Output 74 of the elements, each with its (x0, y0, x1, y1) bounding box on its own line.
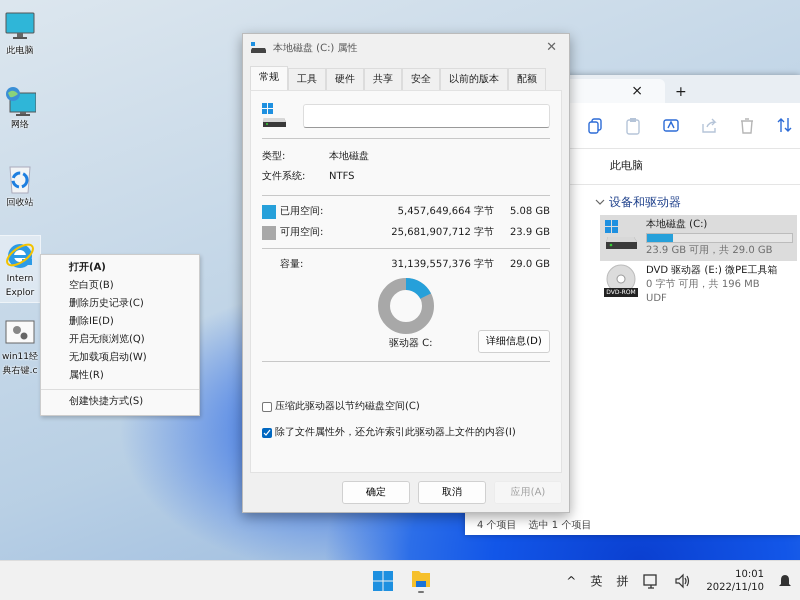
icon-label: win11经 (2, 351, 38, 363)
start-icon[interactable] (372, 570, 394, 592)
tab-close-button[interactable]: × (621, 80, 653, 102)
menu-item[interactable]: 创建快捷方式(S) (41, 389, 199, 411)
checkbox[interactable] (262, 428, 272, 438)
tab[interactable]: 以前的版本 (440, 68, 508, 90)
clock[interactable]: 10:01 2022/11/10 (706, 568, 764, 594)
details-button[interactable]: 详细信息(D) (478, 330, 550, 353)
field-value: 本地磁盘 (329, 150, 369, 164)
size-value: 23.9 GB (508, 226, 550, 240)
byte-count: 5,457,649,664 字节 (396, 204, 494, 219)
icon-label: 回收站 (6, 197, 34, 209)
ok-button[interactable]: 确定 (342, 481, 410, 504)
checkbox-label: 压缩此驱动器以节约磁盘空间(C) (275, 400, 420, 414)
close-button[interactable]: ✕ (540, 37, 563, 59)
menu-item[interactable]: 开启无痕浏览(Q) (41, 331, 199, 349)
globe-monitor-icon[interactable] (4, 85, 36, 117)
copy-icon[interactable] (586, 116, 604, 135)
icon-label: 此电脑 (6, 45, 34, 57)
drive-icon (604, 218, 638, 250)
menu-item[interactable]: 空白页(B) (41, 277, 199, 295)
field-label: 文件系统: (262, 170, 306, 184)
new-tab-button[interactable]: + (665, 81, 697, 103)
drive-icon (251, 42, 267, 54)
space-label: 已用空间: (280, 204, 324, 219)
tab[interactable]: 常规 (250, 66, 288, 90)
tab[interactable]: 配额 (508, 68, 546, 90)
clock-time: 10:01 (735, 568, 764, 581)
drive-detail: 23.9 GB 可用，共 29.0 GB (646, 244, 774, 258)
sort-icon[interactable] (776, 116, 794, 135)
menu-item[interactable]: 属性(R) (41, 367, 199, 385)
menu-item[interactable]: 无加载项启动(W) (41, 349, 199, 367)
icon-label: Intern (6, 273, 34, 285)
size-value: 29.0 GB (508, 258, 550, 272)
chevron-down-icon[interactable] (595, 197, 605, 207)
disk-usage-donut (378, 278, 434, 334)
space-label: 可用空间: (280, 226, 324, 240)
file-system: UDF (646, 292, 668, 306)
tray-item[interactable]: ^ (566, 572, 576, 590)
icon-label: Explor (6, 287, 34, 299)
menu-item[interactable]: 删除IE(D) (41, 313, 199, 331)
notification-bell-icon[interactable] (778, 573, 792, 589)
icon-label: 典右键.c (2, 365, 38, 377)
clock-date: 2022/11/10 (706, 581, 764, 594)
name-field[interactable] (303, 104, 550, 128)
drive-label: 驱动器 C: (389, 337, 433, 351)
status-text: 选中 1 个项目 (528, 518, 592, 532)
tab[interactable]: 硬件 (326, 68, 364, 90)
breadcrumb-item[interactable]: 此电脑 (610, 158, 643, 175)
status-text: 4 个项目 (477, 518, 517, 532)
field-label: 类型: (262, 150, 286, 164)
capacity-label: 容量: (280, 258, 304, 272)
field-value: NTFS (329, 170, 355, 184)
drive-name: DVD 驱动器 (E:) 微PE工具箱 (646, 264, 778, 278)
drive-icon (262, 103, 287, 128)
drive-detail: 0 字节 可用，共 196 MB (646, 278, 761, 292)
byte-count: 31,139,557,376 字节 (390, 258, 494, 272)
icon-label: 网络 (11, 119, 29, 131)
menu-item[interactable]: 删除历史记录(C) (41, 295, 199, 313)
checkbox[interactable] (262, 402, 272, 412)
checkbox-label: 除了文件属性外，还允许索引此驱动器上文件的内容(I) (275, 426, 516, 440)
tab[interactable]: 共享 (364, 68, 402, 90)
group-header[interactable]: 设备和驱动器 (609, 193, 681, 211)
menu-item[interactable]: 打开(A) (41, 259, 199, 277)
tab[interactable]: 工具 (288, 68, 326, 90)
size-value: 5.08 GB (508, 205, 550, 219)
byte-count: 25,681,907,712 字节 (390, 226, 494, 240)
drive-name: 本地磁盘 (C:) (646, 218, 708, 232)
drive-item[interactable]: 本地磁盘 (C:) 23.9 GB 可用，共 29.0 GB (600, 215, 797, 261)
tray-item[interactable]: 拼 (616, 572, 628, 590)
tray-item[interactable]: 英 (590, 572, 602, 590)
window-title: 本地磁盘 (C:) 属性 (273, 42, 358, 56)
tab[interactable]: 安全 (402, 68, 440, 90)
cancel-button[interactable]: 取消 (418, 481, 486, 504)
